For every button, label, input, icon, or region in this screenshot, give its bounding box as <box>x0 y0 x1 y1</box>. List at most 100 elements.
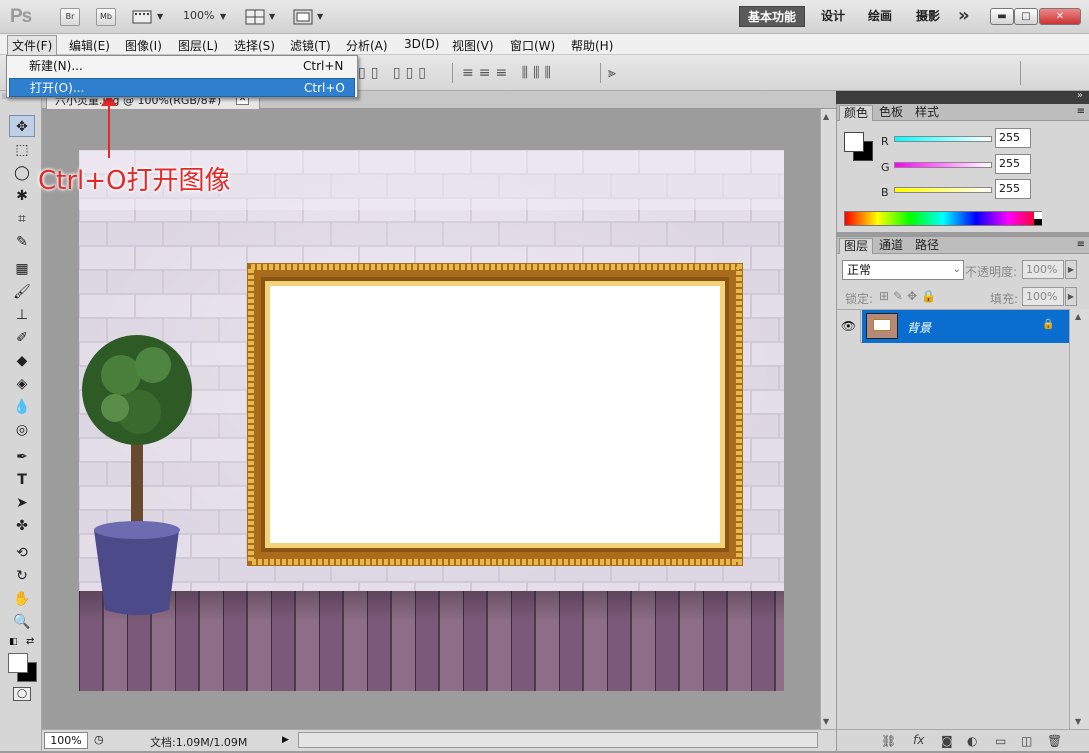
view-extras-dropdown-icon[interactable]: ▼ <box>157 12 163 21</box>
layers-scroll-down-icon[interactable]: ▼ <box>1075 717 1081 726</box>
arrange-dropdown-icon[interactable]: ▼ <box>269 12 275 21</box>
workspace-photography[interactable]: 摄影 <box>908 6 948 27</box>
minimize-button[interactable]: ▬ <box>990 8 1014 25</box>
layer-style-fx-icon[interactable]: fx <box>913 733 924 747</box>
brush-tool-icon[interactable]: 🖌 <box>9 281 35 303</box>
new-group-icon[interactable]: ▭ <box>995 734 1006 748</box>
3d-rotate-tool-icon[interactable]: ⟲ <box>9 542 35 564</box>
scroll-down-icon[interactable]: ▼ <box>823 717 829 726</box>
opacity-field[interactable]: 100% <box>1022 260 1064 279</box>
distribute-icons[interactable]: ≡≡≡ ⫼⫼⫼ <box>462 65 556 81</box>
healing-brush-tool-icon[interactable]: ▦ <box>9 258 35 280</box>
menu-view[interactable]: 视图(V) <box>452 37 494 54</box>
move-tool-icon[interactable]: ✥ <box>9 115 35 137</box>
tab-styles[interactable]: 样式 <box>911 105 943 121</box>
channel-r-value[interactable]: 255 <box>995 128 1031 148</box>
collapse-panels-icon[interactable]: » <box>1077 90 1083 101</box>
link-layers-icon[interactable]: ⛓ <box>881 734 896 748</box>
dodge-tool-icon[interactable]: ◎ <box>9 419 35 441</box>
status-info-icon[interactable]: ◷ <box>94 733 104 746</box>
arrange-documents-button[interactable] <box>245 9 265 25</box>
tab-channels[interactable]: 通道 <box>875 238 907 254</box>
spectrum-black-swatch[interactable] <box>1034 219 1042 225</box>
view-extras-button[interactable] <box>132 9 152 25</box>
quick-mask-icon[interactable]: ◯ <box>13 687 31 701</box>
horizontal-scrollbar[interactable] <box>298 732 818 748</box>
menu-window[interactable]: 窗口(W) <box>510 37 555 54</box>
clone-stamp-tool-icon[interactable]: ⊥ <box>9 304 35 326</box>
layers-panel-menu-icon[interactable]: ≡ <box>1077 239 1085 250</box>
marquee-tool-icon[interactable]: ⬚ <box>9 139 35 161</box>
default-colors-icon[interactable]: ◧ <box>9 637 18 647</box>
canvas-vertical-scrollbar[interactable]: ▲ ▼ <box>820 109 836 729</box>
tab-swatches[interactable]: 色板 <box>875 105 907 121</box>
3d-orbit-tool-icon[interactable]: ↻ <box>9 565 35 587</box>
menu-image[interactable]: 图像(I) <box>125 37 162 54</box>
eyedropper-tool-icon[interactable]: ✎ <box>9 231 35 253</box>
zoom-level[interactable]: 100% <box>183 9 214 22</box>
fill-arrow-icon[interactable]: ▶ <box>1065 287 1077 306</box>
channel-g-value[interactable]: 255 <box>995 154 1031 174</box>
workspace-essentials[interactable]: 基本功能 <box>739 6 806 27</box>
document-canvas[interactable] <box>79 150 784 691</box>
tab-color[interactable]: 颜色 <box>839 105 874 121</box>
bridge-button[interactable]: Br <box>60 8 80 26</box>
lasso-tool-icon[interactable]: ◯ <box>9 162 35 184</box>
workspace-design[interactable]: 设计 <box>813 6 853 27</box>
swap-colors-icon[interactable]: ⇄ <box>26 636 34 647</box>
menu-item-open[interactable]: 打开(O)... Ctrl+O <box>9 78 355 97</box>
tab-paths[interactable]: 路径 <box>911 238 943 254</box>
layer-row[interactable]: 👁 背景 🔒 <box>837 309 1069 343</box>
delete-layer-icon[interactable]: 🗑 <box>1047 734 1062 748</box>
layers-scroll-up-icon[interactable]: ▲ <box>1075 312 1081 321</box>
pen-tool-icon[interactable]: ✒ <box>9 446 35 468</box>
status-zoom-field[interactable]: 100% <box>44 732 88 749</box>
align-edges-icons[interactable]: ▯▯ ▯▯▯ <box>358 65 431 81</box>
add-mask-icon[interactable]: ◙ <box>941 734 953 748</box>
channel-r-slider[interactable] <box>894 136 992 142</box>
maximize-button[interactable]: □ <box>1014 8 1038 25</box>
layer-name[interactable]: 背景 <box>907 319 931 336</box>
crop-tool-icon[interactable]: ⌗ <box>9 208 35 230</box>
blend-mode-select[interactable]: 正常 ⌄ <box>842 260 964 280</box>
channel-g-slider[interactable] <box>894 162 992 168</box>
menu-edit[interactable]: 编辑(E) <box>69 37 110 54</box>
adjustment-layer-icon[interactable]: ◐ <box>967 734 977 748</box>
color-panel-foreground-swatch[interactable] <box>844 132 864 152</box>
opacity-arrow-icon[interactable]: ▶ <box>1065 260 1077 279</box>
menu-select[interactable]: 选择(S) <box>234 37 275 54</box>
menu-file[interactable]: 文件(F) <box>7 35 58 56</box>
status-menu-arrow-icon[interactable]: ▶ <box>282 732 294 748</box>
layers-scrollbar[interactable]: ▲ ▼ <box>1069 309 1089 729</box>
new-layer-icon[interactable]: ◫ <box>1021 734 1032 748</box>
eraser-tool-icon[interactable]: ◆ <box>9 350 35 372</box>
scroll-up-icon[interactable]: ▲ <box>823 112 829 121</box>
layer-visibility-eye-icon[interactable]: 👁 <box>837 310 861 343</box>
color-panel-menu-icon[interactable]: ≡ <box>1077 106 1085 117</box>
screen-mode-button[interactable] <box>293 9 313 25</box>
close-button[interactable]: ✕ <box>1039 8 1081 25</box>
quick-selection-tool-icon[interactable]: ✱ <box>9 185 35 207</box>
spectrum-white-swatch[interactable] <box>1034 212 1042 219</box>
mini-bridge-button[interactable]: Mb <box>96 8 116 26</box>
hand-tool-icon[interactable]: ✋ <box>9 588 35 610</box>
menu-help[interactable]: 帮助(H) <box>571 37 613 54</box>
channel-b-slider[interactable] <box>894 187 992 193</box>
color-spectrum-bar[interactable] <box>844 211 1042 226</box>
history-brush-tool-icon[interactable]: ✐ <box>9 327 35 349</box>
auto-align-icon[interactable]: ⫸ <box>608 65 621 81</box>
foreground-color-swatch[interactable] <box>8 653 28 673</box>
custom-shape-tool-icon[interactable]: ✤ <box>9 515 35 537</box>
menu-layer[interactable]: 图层(L) <box>178 37 218 54</box>
lock-options-icons[interactable]: ⊞✎✥🔒 <box>879 289 940 303</box>
more-workspaces-icon[interactable]: » <box>958 5 970 26</box>
zoom-dropdown-icon[interactable]: ▼ <box>220 12 226 21</box>
paint-bucket-tool-icon[interactable]: ◈ <box>9 373 35 395</box>
menu-item-new[interactable]: 新建(N)... Ctrl+N <box>9 57 355 76</box>
blur-tool-icon[interactable]: 💧 <box>9 396 35 418</box>
tab-layers[interactable]: 图层 <box>839 238 874 254</box>
menu-3d[interactable]: 3D(D) <box>404 37 439 51</box>
fill-field[interactable]: 100% <box>1022 287 1064 306</box>
channel-b-value[interactable]: 255 <box>995 179 1031 199</box>
zoom-tool-icon[interactable]: 🔍 <box>9 611 35 633</box>
